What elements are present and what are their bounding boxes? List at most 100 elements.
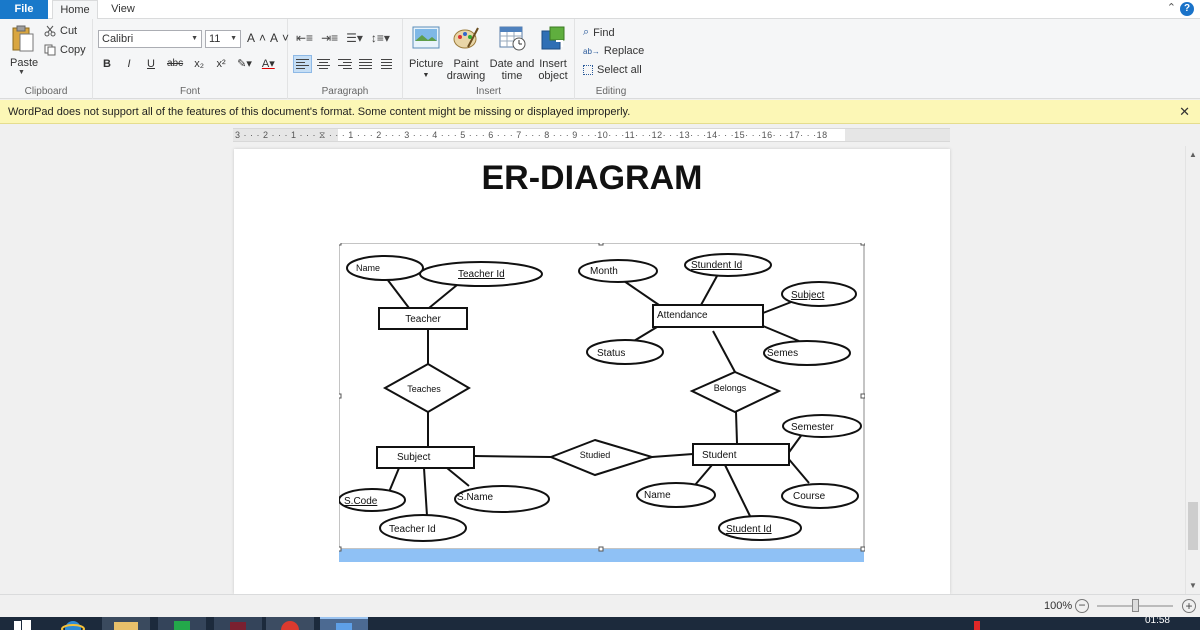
wordpad-taskbar-icon[interactable] <box>320 617 368 630</box>
ruler[interactable]: 3 · · · 2 · · · 1 · · · ⧖ · · · 1 · · · … <box>233 128 950 142</box>
binoculars-icon: ⌕ <box>583 26 590 38</box>
document-page[interactable]: ER-DIAGRAM Teacher Attendance Subject St… <box>234 149 950 594</box>
er-diagram[interactable]: Teacher Attendance Subject Student Teach… <box>339 243 865 563</box>
replace-button[interactable]: ab→ Replace <box>583 45 644 57</box>
cut-button[interactable]: Cut <box>44 25 77 37</box>
increase-indent-icon[interactable]: ⇥≡ <box>321 31 338 45</box>
attr-semes-label: Semes <box>767 348 798 359</box>
copy-button[interactable]: Copy <box>44 44 86 56</box>
paragraph-settings-icon[interactable] <box>377 55 396 73</box>
calendar-clock-icon <box>499 26 526 51</box>
explorer-icon[interactable] <box>102 617 150 630</box>
attr-student-name-label: Name <box>644 490 671 501</box>
tab-home[interactable]: Home <box>52 0 98 20</box>
font-color-icon[interactable]: A▾ <box>262 57 275 70</box>
ruler-ticks: 3 · · · 2 · · · 1 · · · ⧖ · · · 1 · · · … <box>235 130 828 140</box>
zoom-in-icon[interactable]: + <box>1182 599 1196 613</box>
paint-drawing-button[interactable]: Paint drawing <box>445 25 487 82</box>
paint-label-2: drawing <box>446 70 486 82</box>
clipboard-group-label: Clipboard <box>24 86 68 97</box>
attr-attendance-student-id-label: Stundent Id <box>691 260 742 271</box>
zoom-slider-thumb[interactable] <box>1132 599 1139 612</box>
store-icon[interactable] <box>158 617 206 630</box>
line-spacing-icon[interactable]: ↕≡▾ <box>371 31 390 45</box>
replace-label: Replace <box>603 45 645 57</box>
chevron-down-icon: ▼ <box>18 69 25 76</box>
select-all-button[interactable]: Select all <box>583 64 642 76</box>
date-time-button[interactable]: Date and time <box>489 25 535 82</box>
bold-icon[interactable]: B <box>101 58 113 70</box>
scroll-down-icon[interactable]: ▼ <box>1189 581 1197 590</box>
relationship-belongs-label: Belongs <box>714 383 747 393</box>
entity-teacher[interactable]: Teacher <box>378 307 468 330</box>
entity-subject[interactable]: Subject <box>376 446 475 469</box>
taskbar: 01:58 <box>0 617 1200 630</box>
chevron-down-icon: ▼ <box>422 72 430 79</box>
scrollbar-thumb[interactable] <box>1188 502 1198 550</box>
font-family-value: Calibri <box>102 33 134 45</box>
italic-icon[interactable]: I <box>123 58 135 70</box>
superscript-icon[interactable]: x² <box>215 58 227 70</box>
select-all-icon <box>583 65 593 75</box>
tab-file[interactable]: File <box>0 0 48 19</box>
ruler-right-margin <box>845 129 950 141</box>
app-icon[interactable] <box>214 617 262 630</box>
insert-group-label: Insert <box>475 86 501 97</box>
zoom-out-icon[interactable]: − <box>1075 599 1089 613</box>
grow-font-icon[interactable]: A˄ <box>247 31 270 45</box>
help-icon[interactable]: ? <box>1180 2 1194 16</box>
scroll-up-icon[interactable]: ▲ <box>1189 150 1197 159</box>
strikethrough-icon[interactable]: abc <box>167 58 183 69</box>
attr-teacher-name-label: Name <box>356 263 380 273</box>
font-size-value: 11 <box>209 33 221 45</box>
align-center-icon[interactable] <box>314 55 333 73</box>
find-label: Find <box>593 26 615 39</box>
ruler-area: 3 · · · 2 · · · 1 · · · ⧖ · · · 1 · · · … <box>0 125 1200 146</box>
entity-student-label: Student <box>702 450 737 461</box>
chevron-down-icon: ▼ <box>230 35 237 42</box>
chrome-icon[interactable] <box>266 617 314 630</box>
taskbar-clock: 01:58 <box>1144 617 1170 626</box>
close-icon[interactable]: ✕ <box>1179 100 1190 124</box>
subscript-icon[interactable]: x₂ <box>193 58 205 70</box>
paragraph-group: ⇤≡ ⇥≡ ☰▾ ↕≡▾ Paragraph <box>288 19 403 99</box>
find-button[interactable]: ⌕ Find <box>583 26 615 39</box>
entity-attendance[interactable]: Attendance <box>652 304 764 328</box>
tab-view[interactable]: View <box>102 0 144 19</box>
start-icon[interactable] <box>8 617 38 630</box>
ribbon: Paste ▼ Cut Copy Clipboard Calibri ▼ 11 … <box>0 19 1200 99</box>
document-title: ER-DIAGRAM <box>481 159 703 197</box>
notification-icon[interactable] <box>968 617 988 630</box>
minimize-ribbon-icon[interactable]: ⌃ <box>1167 1 1176 14</box>
attr-teacher-id-label: Teacher Id <box>458 269 505 280</box>
font-group: Calibri ▼ 11 ▼ A˄A˅ B I U abc x₂ x² ✎▾ A… <box>93 19 289 99</box>
font-size-select[interactable]: 11 ▼ <box>205 30 241 48</box>
clipboard-icon <box>12 25 34 52</box>
attr-semester-label: Semester <box>791 422 834 433</box>
underline-icon[interactable]: U <box>145 58 157 70</box>
insert-object-button[interactable]: Insert object <box>535 25 571 82</box>
object-label-1: Insert <box>539 58 567 70</box>
font-family-select[interactable]: Calibri ▼ <box>98 30 202 48</box>
editing-group: ⌕ Find ab→ Replace Select all Editing <box>575 19 647 99</box>
editing-group-label: Editing <box>595 86 627 97</box>
font-format-row: B I U abc x₂ x² ✎▾ A▾ <box>101 57 275 71</box>
bullet-list-icon[interactable]: ☰▾ <box>346 31 363 45</box>
entity-student[interactable]: Student <box>692 443 790 466</box>
ie-icon[interactable] <box>60 617 86 630</box>
justify-icon[interactable] <box>356 55 375 73</box>
cut-label: Cut <box>60 25 78 37</box>
align-right-icon[interactable] <box>335 55 354 73</box>
decrease-indent-icon[interactable]: ⇤≡ <box>296 31 313 45</box>
attr-s-name-label: S.Name <box>457 492 494 503</box>
attr-month-label: Month <box>590 266 618 277</box>
insert-picture-button[interactable]: Picture ▼ <box>409 25 443 82</box>
relationship-studied-label: Studied <box>580 450 611 460</box>
object-label-2: object <box>538 70 568 82</box>
paragraph-group-label: Paragraph <box>321 86 369 97</box>
scissors-icon <box>44 25 56 37</box>
attr-subject-teacher-id-label: Teacher Id <box>389 524 436 535</box>
highlight-icon[interactable]: ✎▾ <box>237 57 252 70</box>
align-left-icon[interactable] <box>293 55 312 73</box>
vertical-scrollbar[interactable]: ▲ ▼ <box>1185 146 1200 594</box>
